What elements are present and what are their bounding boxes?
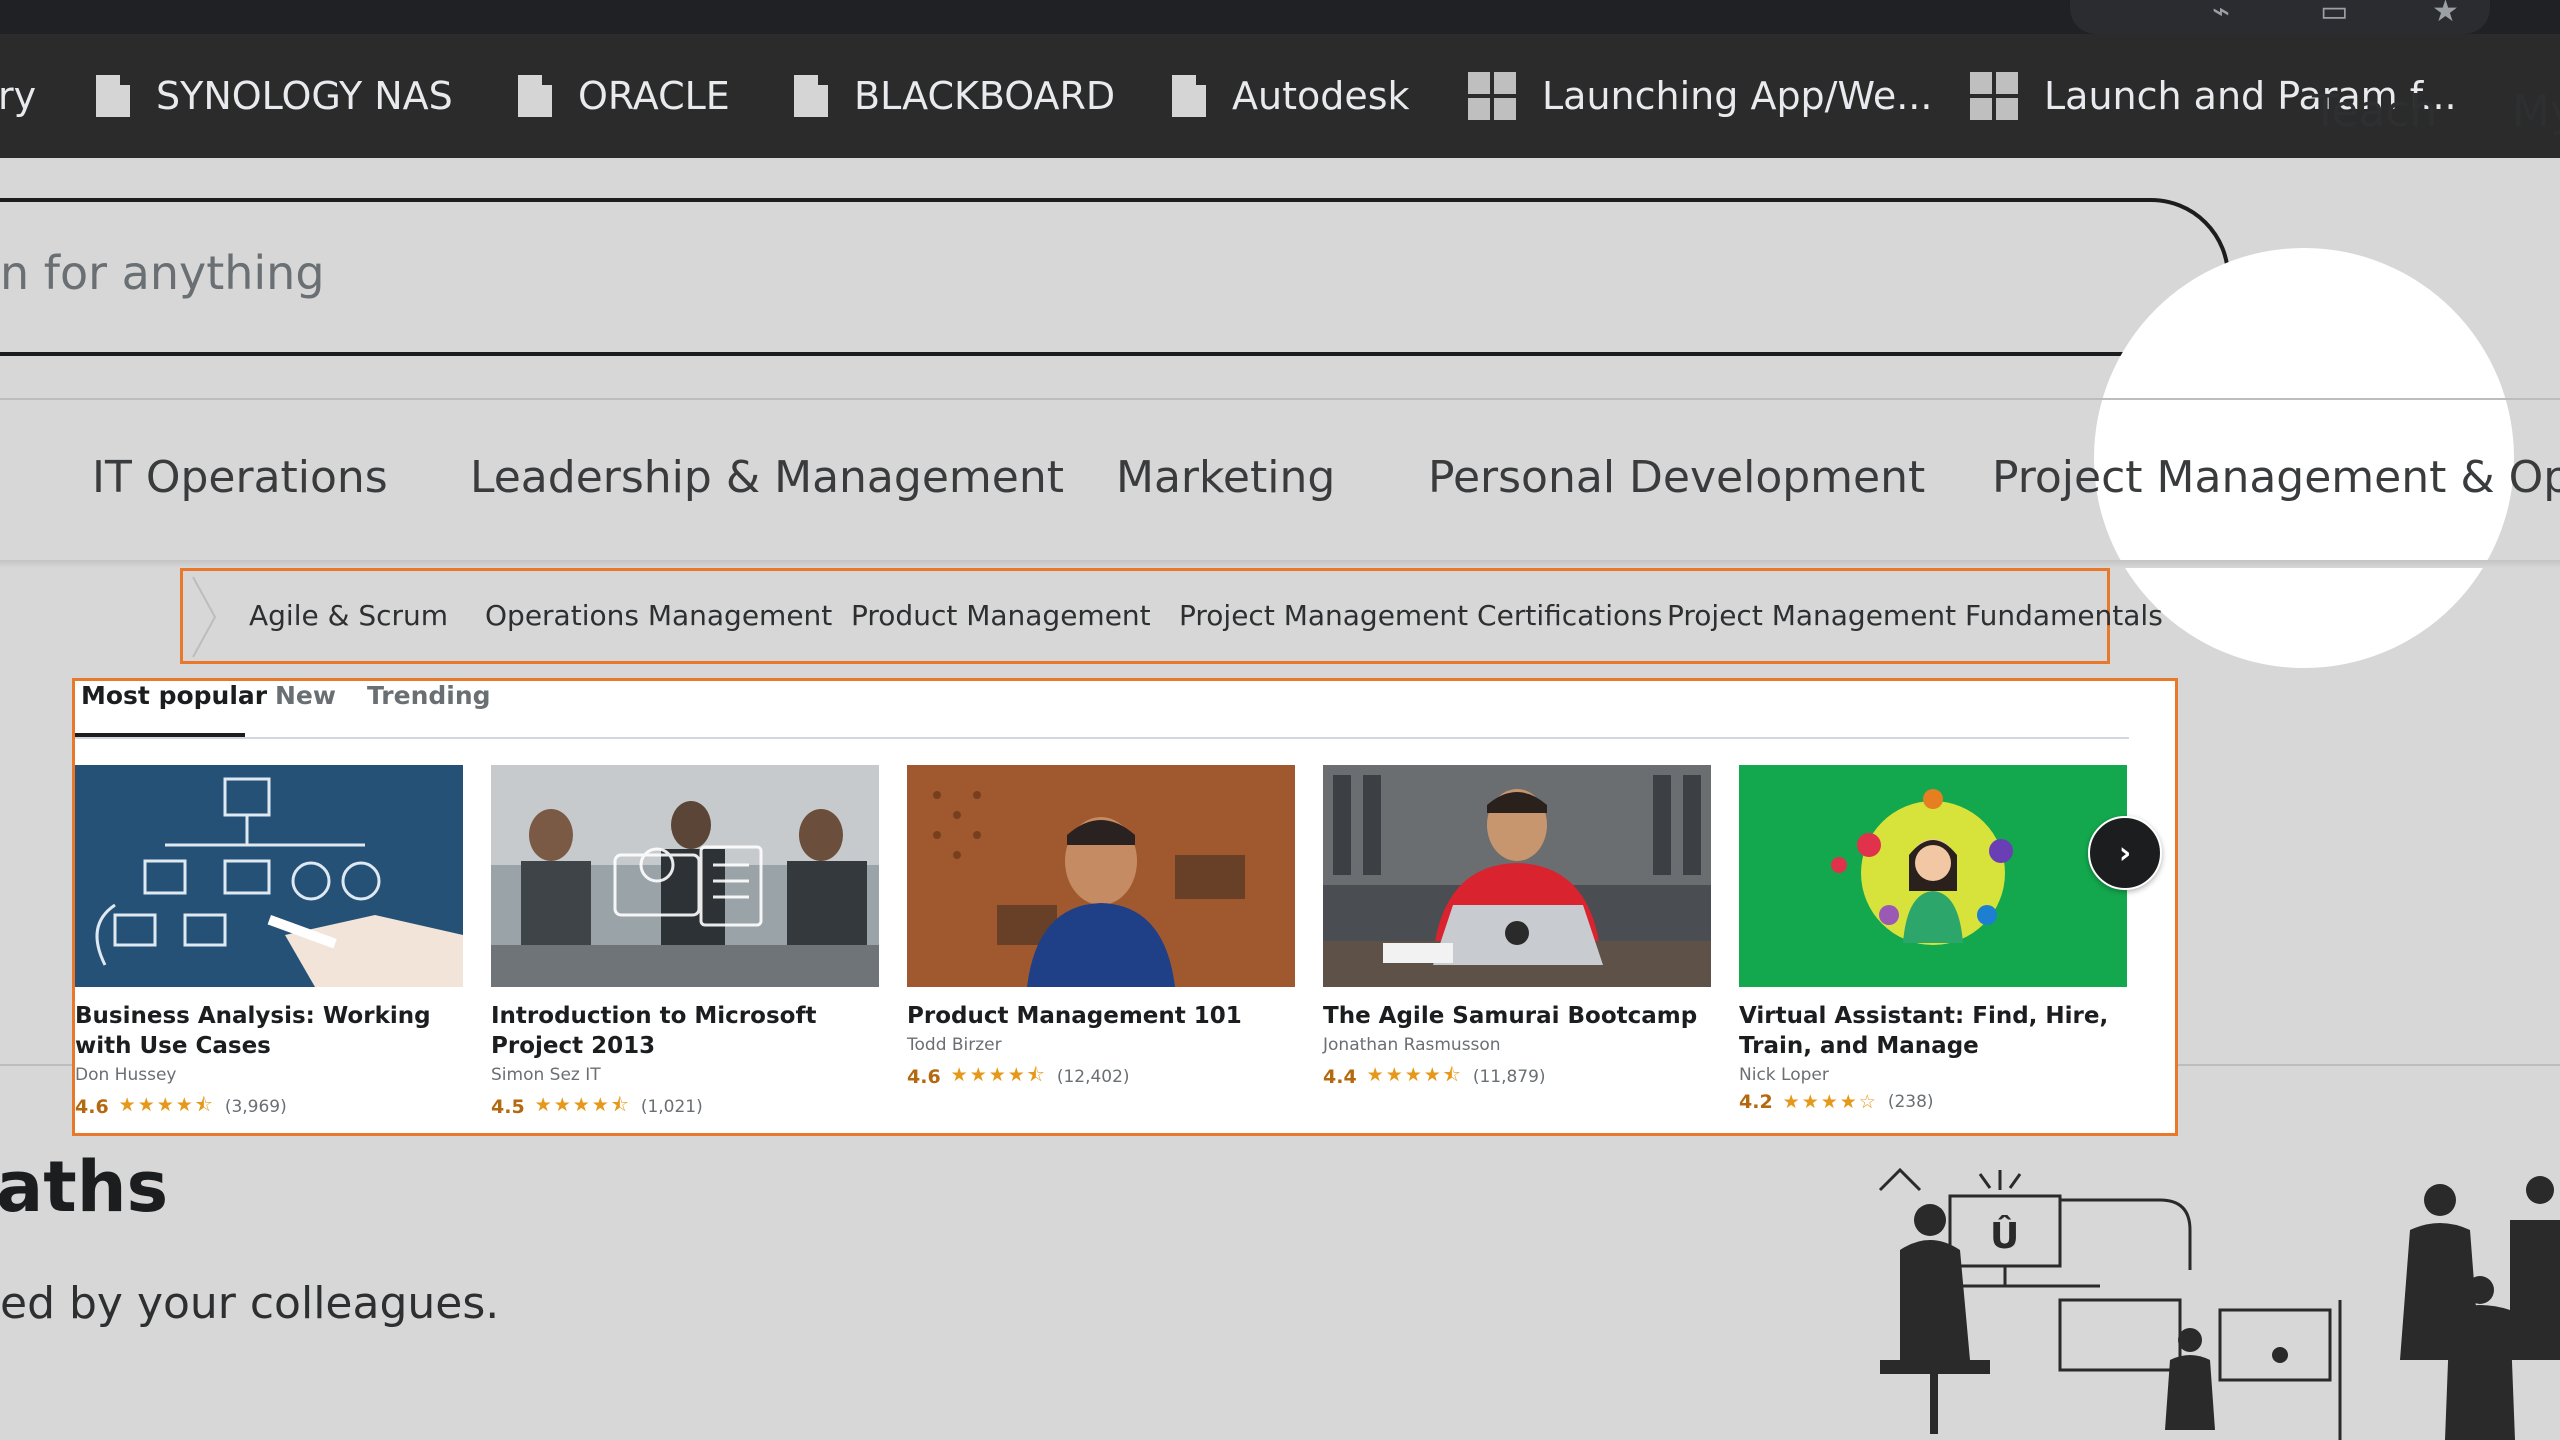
nav-shadow (0, 560, 2560, 568)
course-author: Jonathan Rasmusson (1323, 1035, 1501, 1055)
subcategory-agile-scrum[interactable]: Agile & Scrum (249, 599, 448, 632)
rating-count: (238) (1887, 1092, 1934, 1112)
bookmark-item[interactable]: SYNOLOGY NAS (96, 34, 453, 158)
rating-count: (3,969) (224, 1097, 287, 1117)
rating-count: (12,402) (1056, 1067, 1130, 1087)
page-icon (794, 75, 828, 117)
category-marketing[interactable]: Marketing (1116, 452, 1335, 503)
course-rating: 4.6 ★★★★⯪ (12,402) (907, 1061, 1295, 1093)
subcategory-product-management[interactable]: Product Management (851, 599, 1151, 632)
grid-icon (1970, 72, 2018, 120)
teach-link[interactable]: Teach (2312, 86, 2438, 137)
bookmark-star-icon[interactable]: ★ (2432, 0, 2459, 27)
star-rating-icon: ★★★★⯪ (118, 1094, 215, 1116)
subcategory-pm-fundamentals[interactable]: Project Management Fundamentals (1667, 599, 2163, 632)
browser-top-bar: ⌁ ▭ ★ (0, 0, 2560, 34)
course-card[interactable]: Product Management 101 Todd Birzer 4.6 ★… (907, 765, 1295, 1093)
rating-value: 4.4 (1323, 1066, 1357, 1088)
section-divider (0, 1064, 72, 1066)
star-rating-icon: ★★★★⯪ (1366, 1064, 1463, 1086)
course-title[interactable]: Introduction to Microsoft Project 2013 (491, 1001, 879, 1061)
course-title[interactable]: Business Analysis: Working with Use Case… (75, 1001, 463, 1061)
bookmark-label: BLACKBOARD (854, 74, 1116, 118)
bookmark-item[interactable]: Autodesk (1172, 34, 1410, 158)
course-thumbnail[interactable] (491, 765, 879, 987)
category-personal-development[interactable]: Personal Development (1428, 452, 1925, 503)
bookmark-item[interactable]: ORACLE (518, 34, 730, 158)
course-carousel: Most popular New Trending Business Analy… (72, 678, 2178, 1136)
star-rating-icon: ★★★★⯪ (534, 1094, 631, 1116)
rating-value: 4.5 (491, 1096, 525, 1118)
bookmark-item[interactable]: Launching App/We... (1468, 34, 1932, 158)
rating-value: 4.6 (75, 1096, 109, 1118)
category-nav: IT Operations Leadership & Management Ma… (0, 400, 2560, 562)
extension-icon[interactable]: ⌁ (2212, 0, 2230, 27)
category-project-management[interactable]: Project Management & Oper (1992, 452, 2560, 503)
course-rating: 4.6 ★★★★⯪ (3,969) (75, 1091, 463, 1123)
bookmark-label: Autodesk (1232, 74, 1410, 118)
category-leadership[interactable]: Leadership & Management (470, 452, 1064, 503)
bookmark-item[interactable]: BLACKBOARD (794, 34, 1115, 158)
page-icon (518, 75, 552, 117)
bookmark-label: Launching App/We... (1542, 74, 1933, 118)
tab-divider (75, 737, 2129, 739)
tab-new[interactable]: New (275, 681, 336, 710)
my-learning-link[interactable]: My (2512, 86, 2560, 137)
course-rating: 4.5 ★★★★⯪ (1,021) (491, 1091, 879, 1123)
grid-icon (1468, 72, 1516, 120)
bookmark-label: ORACLE (578, 74, 730, 118)
course-rating: 4.2 ★★★★☆ (238) (1739, 1091, 2127, 1113)
bookmark-label: SYNOLOGY NAS (156, 74, 453, 118)
rating-value: 4.2 (1739, 1091, 1773, 1113)
section-divider (2178, 1064, 2560, 1066)
course-card[interactable]: Virtual Assistant: Find, Hire, Train, an… (1739, 765, 2127, 1113)
course-thumbnail[interactable] (1323, 765, 1711, 987)
rating-count: (11,879) (1472, 1067, 1546, 1087)
course-author: Don Hussey (75, 1065, 177, 1085)
course-thumbnail[interactable] (1739, 765, 2127, 987)
tab-trending[interactable]: Trending (367, 681, 491, 710)
svg-text:Û: Û (1990, 1215, 2019, 1257)
course-card[interactable]: Introduction to Microsoft Project 2013 S… (491, 765, 879, 1123)
search-bar[interactable] (0, 198, 2230, 356)
tab-most-popular[interactable]: Most popular (81, 681, 267, 710)
search-input[interactable]: n for anything (0, 246, 325, 300)
page-icon (96, 75, 130, 117)
rating-count: (1,021) (640, 1097, 703, 1117)
star-rating-icon: ★★★★☆ (1782, 1091, 1878, 1113)
course-title[interactable]: Product Management 101 (907, 1001, 1295, 1031)
window-icon[interactable]: ▭ (2320, 0, 2348, 27)
subcategory-bar: Agile & Scrum Operations Management Prod… (180, 568, 2163, 664)
course-card[interactable]: Business Analysis: Working with Use Case… (75, 765, 463, 1123)
section-subtitle: ed by your colleagues. (0, 1278, 500, 1329)
window-controls-area (2070, 0, 2490, 34)
bookmark-item[interactable]: ry (0, 34, 36, 158)
course-thumbnail[interactable] (75, 765, 463, 987)
section-title: aths (0, 1146, 169, 1228)
course-author: Todd Birzer (907, 1035, 1002, 1055)
subcategory-pm-certifications[interactable]: Project Management Certifications (1179, 599, 1663, 632)
team-illustration: Û (1878, 1167, 2560, 1440)
bookmark-label: ry (0, 74, 37, 118)
star-rating-icon: ★★★★⯪ (950, 1064, 1047, 1086)
page-icon (1172, 75, 1206, 117)
chevron-right-icon (192, 576, 217, 658)
rating-value: 4.6 (907, 1066, 941, 1088)
subcategory-operations-management[interactable]: Operations Management (485, 599, 832, 632)
course-card[interactable]: The Agile Samurai Bootcamp Jonathan Rasm… (1323, 765, 1711, 1093)
course-title[interactable]: The Agile Samurai Bootcamp (1323, 1001, 1711, 1031)
course-thumbnail[interactable] (907, 765, 1295, 987)
carousel-next-button[interactable]: › (2088, 816, 2162, 890)
course-title[interactable]: Virtual Assistant: Find, Hire, Train, an… (1739, 1001, 2127, 1061)
chevron-right-icon: › (2118, 835, 2132, 871)
category-it-operations[interactable]: IT Operations (92, 452, 388, 503)
course-rating: 4.4 ★★★★⯪ (11,879) (1323, 1061, 1711, 1093)
course-author: Simon Sez IT (491, 1065, 601, 1085)
course-author: Nick Loper (1739, 1065, 1829, 1085)
